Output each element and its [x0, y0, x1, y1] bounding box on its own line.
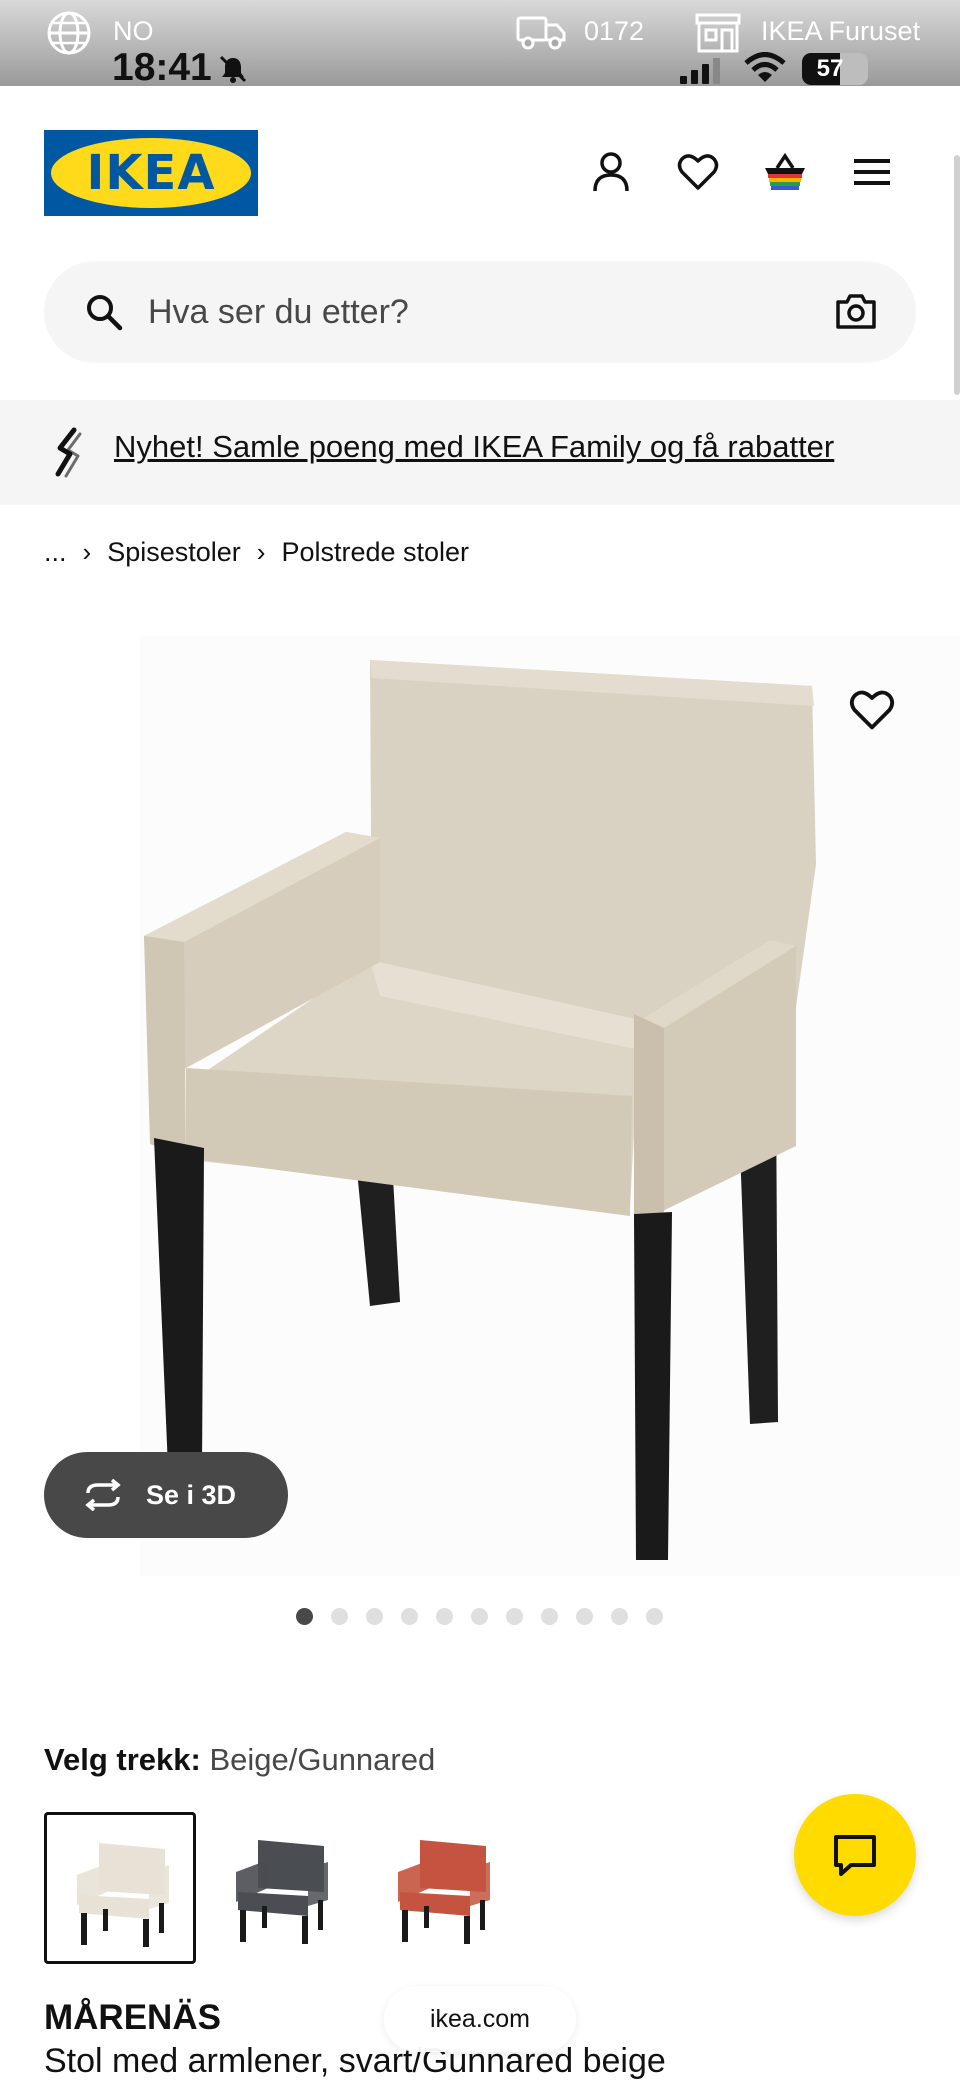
basket-icon[interactable] [763, 150, 807, 194]
delivery-postcode[interactable]: 0172 [584, 16, 644, 47]
cover-swatches [44, 1812, 530, 1964]
chat-icon [834, 1835, 876, 1876]
breadcrumb-item-spisestoler[interactable]: Spisestoler [107, 537, 241, 568]
promo-link[interactable]: Nyhet! Samle poeng med IKEA Family og få… [114, 429, 834, 465]
cover-label-heading: Velg trekk: [44, 1742, 201, 1777]
battery-indicator: 57 [802, 53, 868, 85]
pagination-dot[interactable] [471, 1608, 488, 1625]
product-description: Stol med armlener, svart/Gunnared beige [44, 2042, 666, 2080]
image-pagination [296, 1608, 681, 1625]
scrollbar[interactable] [954, 155, 960, 395]
cellular-signal-icon [680, 58, 720, 84]
pagination-dot[interactable] [506, 1608, 523, 1625]
browser-url-bar[interactable]: ikea.com [384, 1986, 576, 2052]
cover-option-2[interactable] [368, 1812, 520, 1964]
pagination-dot[interactable] [541, 1608, 558, 1625]
chevron-right-icon: › [82, 536, 92, 567]
see-in-3d-label: Se i 3D [146, 1479, 237, 1510]
search-bar [44, 261, 916, 363]
pagination-dot[interactable] [646, 1608, 663, 1625]
pagination-dot[interactable] [611, 1608, 628, 1625]
logo-text: IKEA [86, 145, 216, 201]
chair-thumbnail-icon [77, 1843, 169, 1947]
store-icon[interactable] [694, 12, 742, 54]
chevron-right-icon: › [256, 536, 266, 567]
heart-icon[interactable] [676, 150, 720, 194]
account-icon[interactable] [589, 150, 633, 194]
cover-option-1[interactable] [206, 1812, 358, 1964]
clock: 18:41 [112, 46, 212, 89]
pagination-dot[interactable] [331, 1608, 348, 1625]
pagination-dot[interactable] [366, 1608, 383, 1625]
store-name[interactable]: IKEA Furuset [761, 16, 920, 47]
language-label[interactable]: NO [113, 16, 154, 47]
menu-icon[interactable] [850, 150, 894, 194]
ikea-logo[interactable]: IKEA [44, 130, 258, 216]
pagination-dot[interactable] [296, 1608, 313, 1625]
cover-selected-value: Beige/Gunnared [209, 1742, 436, 1777]
chair-thumbnail-icon [236, 1840, 328, 1944]
camera-search-icon[interactable] [834, 291, 878, 331]
link-chain-icon [55, 427, 82, 478]
cover-selection-label: Velg trekk: Beige/Gunnared [44, 1742, 435, 1778]
pagination-dot[interactable] [576, 1608, 593, 1625]
product-image[interactable] [0, 616, 960, 1596]
breadcrumb-ellipsis[interactable]: ... [44, 537, 67, 568]
status-bar: NO 18:41 0172 IKEA Furuset 57 [0, 0, 960, 89]
chat-button[interactable] [794, 1794, 916, 1916]
see-in-3d-button[interactable]: Se i 3D [44, 1452, 288, 1538]
pagination-dot[interactable] [436, 1608, 453, 1625]
delivery-truck-icon[interactable] [515, 12, 567, 52]
breadcrumb-item-polstrede-stoler[interactable]: Polstrede stoler [281, 537, 469, 568]
cover-option-0[interactable] [44, 1812, 196, 1964]
search-icon[interactable] [84, 292, 124, 332]
bell-muted-icon [219, 55, 247, 83]
search-input[interactable] [148, 283, 748, 341]
add-to-favourites-icon[interactable] [848, 686, 896, 734]
globe-icon[interactable] [46, 10, 92, 56]
product-name: MÅRENÄS [44, 1998, 221, 2037]
rotate-3d-icon [85, 1479, 121, 1511]
breadcrumb: ... › Spisestoler › Polstrede stoler [44, 534, 469, 570]
wifi-icon [744, 52, 786, 82]
promo-banner: Nyhet! Samle poeng med IKEA Family og få… [0, 400, 960, 505]
battery-percent: 57 [816, 55, 844, 82]
pagination-dot[interactable] [401, 1608, 418, 1625]
chair-thumbnail-icon [398, 1840, 490, 1944]
